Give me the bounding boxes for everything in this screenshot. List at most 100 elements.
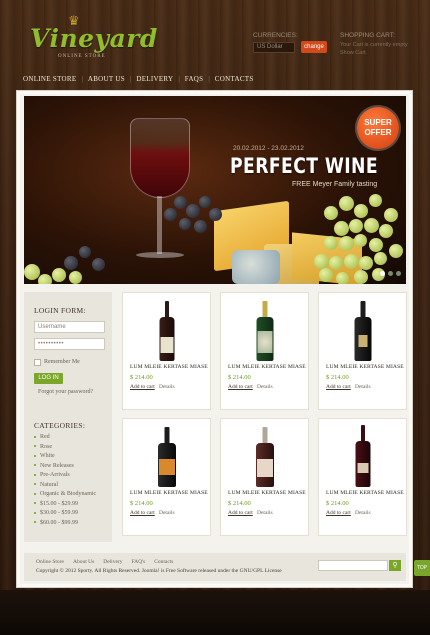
magnifier-icon: ⚲ xyxy=(392,561,398,569)
footer-link-online-store[interactable]: Online Store xyxy=(36,559,64,565)
slider-dot-3[interactable] xyxy=(396,271,401,276)
logo-tagline: ONLINE STORE xyxy=(58,54,106,59)
grape-image xyxy=(389,244,403,258)
nav-faqs[interactable]: FAQS xyxy=(180,75,209,83)
details-link[interactable]: Details xyxy=(355,384,371,390)
add-to-cart-link[interactable]: Add to cart xyxy=(130,510,155,516)
promo-slider[interactable] xyxy=(24,96,406,284)
badge-line: SUPER xyxy=(364,118,392,127)
product-name[interactable]: LUM MLEIE KERTASE MIASE xyxy=(130,490,208,496)
product-name[interactable]: LUM MLEIE KERTASE MIASE xyxy=(326,364,404,370)
bottle-label xyxy=(358,335,367,347)
login-button[interactable]: LOG IN xyxy=(34,373,63,384)
details-link[interactable]: Details xyxy=(159,384,175,390)
product-name[interactable]: LUM MLEIE KERTASE MIASE xyxy=(228,364,306,370)
product-card[interactable]: LUM MLEIE KERTASE MIASE $ 214.00 Add to … xyxy=(122,418,211,536)
search-input[interactable] xyxy=(318,560,388,571)
password-field[interactable]: •••••••••• xyxy=(34,338,105,350)
footer-link-about-us[interactable]: About Us xyxy=(73,559,94,565)
add-to-cart-link[interactable]: Add to cart xyxy=(228,384,253,390)
currency-select[interactable]: US Dollar xyxy=(253,42,295,53)
bottle-label xyxy=(158,459,175,475)
slider-dot-2[interactable] xyxy=(388,271,393,276)
bullet-icon xyxy=(34,473,36,476)
slider-dot-1[interactable] xyxy=(380,271,385,276)
categories-title: CATEGORIES: xyxy=(34,421,86,430)
badge-line: OFFER xyxy=(364,128,392,137)
bottom-shade xyxy=(0,590,430,635)
category-item[interactable]: $30.00 - $59.99 xyxy=(34,509,96,519)
grape-image xyxy=(336,272,349,284)
grape-image xyxy=(324,236,338,250)
footer-link-delivery[interactable]: Delivery xyxy=(103,559,122,565)
forgot-password-link[interactable]: Forgot your password? xyxy=(38,389,93,395)
grape-image xyxy=(92,258,105,271)
bullet-icon xyxy=(34,511,36,514)
nav-about-us[interactable]: ABOUT US xyxy=(83,75,130,83)
add-to-cart-link[interactable]: Add to cart xyxy=(326,510,351,516)
footer-link-contacts[interactable]: Contacts xyxy=(154,559,173,565)
grape-image xyxy=(379,224,393,238)
wine-glass-stem xyxy=(157,196,162,254)
show-cart-link[interactable]: Show Cart xyxy=(340,50,366,56)
add-to-cart-link[interactable]: Add to cart xyxy=(326,384,351,390)
product-card[interactable]: LUM MLEIE KERTASE MIASE $ 214.00 Add to … xyxy=(318,418,407,536)
logo-text: Vineyard xyxy=(30,24,158,53)
username-field[interactable]: Username xyxy=(34,321,105,333)
wine-glass-base xyxy=(136,252,184,258)
bullet-icon xyxy=(34,483,36,486)
logo[interactable]: ♛ Vineyard ONLINE STORE xyxy=(30,14,157,60)
nav-online-store[interactable]: ONLINE STORE xyxy=(18,75,81,83)
grape-image xyxy=(369,194,382,207)
bullet-icon xyxy=(34,492,36,495)
product-name[interactable]: LUM MLEIE KERTASE MIASE xyxy=(326,490,404,496)
remember-label: Remember Me xyxy=(44,359,80,365)
product-card[interactable]: LUM MLEIE KERTASE MIASE $ 214.00 Add to … xyxy=(220,418,309,536)
product-name[interactable]: LUM MLEIE KERTASE MIASE xyxy=(228,490,306,496)
add-to-cart-link[interactable]: Add to cart xyxy=(130,384,155,390)
product-name[interactable]: LUM MLEIE KERTASE MIASE xyxy=(130,364,208,370)
back-to-top-button[interactable]: TOP xyxy=(414,560,430,576)
details-link[interactable]: Details xyxy=(159,510,175,516)
product-card[interactable]: LUM MLEIE KERTASE MIASE $ 214.00 Add to … xyxy=(122,292,211,410)
grape-image xyxy=(319,268,333,282)
super-offer-badge: SUPER OFFER xyxy=(357,107,399,149)
blue-cheese-image xyxy=(232,250,280,284)
bullet-icon xyxy=(34,502,36,505)
cart-label: SHOPPING CART: xyxy=(340,32,395,39)
category-item[interactable]: White xyxy=(34,452,96,462)
details-link[interactable]: Details xyxy=(257,384,273,390)
grape-image xyxy=(349,219,363,233)
change-currency-button[interactable]: change xyxy=(301,41,327,53)
category-item[interactable]: Rose xyxy=(34,443,96,453)
grape-image xyxy=(344,254,359,269)
grape-image xyxy=(339,236,354,251)
product-card[interactable]: LUM MLEIE KERTASE MIASE $ 214.00 Add to … xyxy=(318,292,407,410)
grape-image xyxy=(354,270,368,284)
details-link[interactable]: Details xyxy=(257,510,273,516)
product-price: $ 214.00 xyxy=(130,374,153,381)
bottle-label xyxy=(357,463,368,473)
grape-image xyxy=(52,268,66,282)
category-item[interactable]: Pre-Arrivals xyxy=(34,471,96,481)
category-item[interactable]: Red xyxy=(34,433,96,443)
grape-image xyxy=(374,252,387,265)
product-card[interactable]: LUM MLEIE KERTASE MIASE $ 214.00 Add to … xyxy=(220,292,309,410)
bullet-icon xyxy=(34,445,36,448)
product-price: $ 214.00 xyxy=(130,500,153,507)
category-item[interactable]: New Releases xyxy=(34,462,96,472)
category-item[interactable]: $15.00 - $29.99 xyxy=(34,500,96,510)
add-to-cart-link[interactable]: Add to cart xyxy=(228,510,253,516)
product-price: $ 214.00 xyxy=(326,374,349,381)
grape-image xyxy=(369,238,383,252)
promo-date: 20.02.2012 - 23.02.2012 xyxy=(233,145,304,152)
footer-link-faqs[interactable]: FAQ's xyxy=(131,559,145,565)
category-item[interactable]: Natural xyxy=(34,481,96,491)
search-button[interactable]: ⚲ xyxy=(389,560,401,571)
category-item[interactable]: $60.00 - $99.99 xyxy=(34,519,96,529)
nav-contacts[interactable]: CONTACTS xyxy=(210,75,259,83)
nav-delivery[interactable]: DELIVERY xyxy=(131,75,178,83)
details-link[interactable]: Details xyxy=(355,510,371,516)
category-item[interactable]: Organic & Biodynamic xyxy=(34,490,96,500)
remember-checkbox[interactable] xyxy=(34,359,41,366)
